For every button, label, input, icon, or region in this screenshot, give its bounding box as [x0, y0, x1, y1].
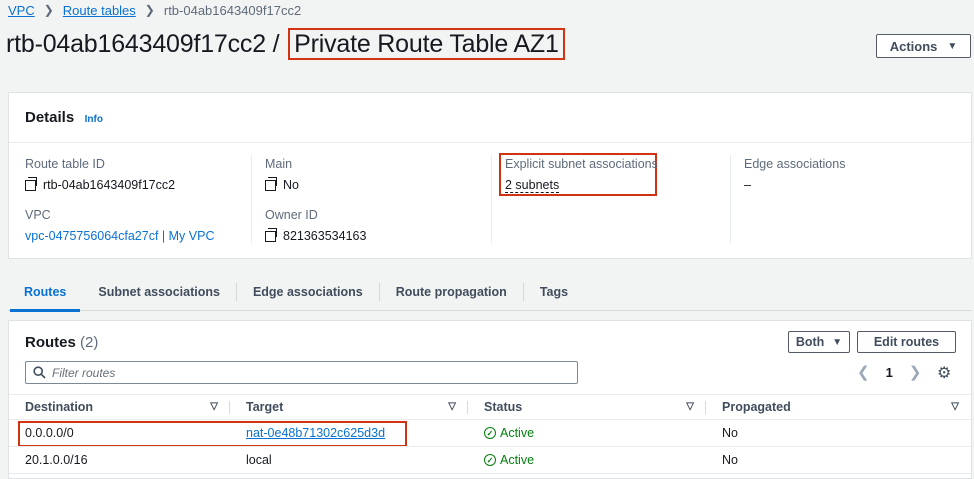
route-table-id-field: Route table ID rtb-04ab1643409f17cc2 [25, 157, 175, 192]
details-title: Details [25, 109, 75, 126]
check-circle-icon: ✓ [484, 427, 496, 439]
search-icon [33, 366, 46, 379]
column-divider [491, 155, 492, 243]
vpc-link[interactable]: vpc-0475756064cfa27cf | My VPC [25, 229, 214, 243]
route-table-id-title: rtb-04ab1643409f17cc2 [6, 30, 266, 58]
destination-cell: 20.1.0.0/16 [9, 446, 230, 474]
main-value: No [283, 178, 299, 192]
vpc-label: VPC [25, 208, 51, 222]
breadcrumb-current: rtb-04ab1643409f17cc2 [163, 2, 302, 18]
main-label: Main [265, 157, 293, 171]
table-row: 20.1.0.0/16 local ✓ Active No [9, 446, 971, 474]
details-panel: Details Info Route table ID rtb-04ab1643… [8, 92, 972, 259]
route-filter-select-value: Both [795, 335, 825, 349]
route-table-id-value: rtb-04ab1643409f17cc2 [43, 178, 176, 192]
route-table-name-title: Private Route Table AZ1 [288, 28, 565, 60]
copy-icon[interactable] [265, 227, 277, 242]
edge-associations-label: Edge associations [744, 157, 846, 171]
filter-routes-placeholder: Filter routes [52, 365, 116, 380]
table-row: 0.0.0.0/0 nat-0e48b71302c625d3d ✓ Active… [9, 419, 971, 447]
caret-down-icon: ▼ [832, 336, 843, 348]
edge-associations-value: – [744, 178, 751, 192]
table-header-row: Destination ▽ Target ▽ Status ▽ Propagat… [9, 394, 971, 420]
chevron-right-icon: ❯ [144, 3, 155, 17]
sort-caret-icon[interactable]: ▽ [210, 401, 218, 412]
breadcrumb: VPC ❯ Route tables ❯ rtb-04ab1643409f17c… [8, 2, 301, 18]
sort-caret-icon[interactable]: ▽ [686, 401, 694, 412]
copy-icon[interactable] [25, 176, 37, 191]
breadcrumb-vpc-link[interactable]: VPC [8, 3, 35, 18]
routes-title: Routes (2) [25, 334, 98, 351]
breadcrumb-route-tables-link[interactable]: Route tables [63, 3, 136, 18]
owner-id-label: Owner ID [265, 208, 318, 222]
propagated-cell: No [706, 446, 971, 474]
tab-edge-associations[interactable]: Edge associations [237, 273, 379, 311]
edit-routes-label: Edit routes [873, 335, 940, 349]
actions-button[interactable]: Actions ▼ [876, 34, 971, 58]
column-header-target[interactable]: Target ▽ [230, 394, 468, 420]
column-header-destination[interactable]: Destination ▽ [9, 394, 230, 420]
propagated-cell: No [706, 419, 971, 447]
routes-panel: Routes (2) Both ▼ Edit routes Filter rou… [8, 320, 972, 479]
column-header-propagated[interactable]: Propagated ▽ [706, 394, 971, 420]
status-cell: ✓ Active [468, 446, 706, 474]
target-cell: local [230, 446, 468, 474]
tab-routes[interactable]: Routes [8, 273, 82, 312]
main-field: Main No [265, 157, 299, 192]
caret-down-icon: ▼ [947, 40, 958, 52]
chevron-right-icon[interactable]: ❯ [909, 363, 922, 381]
status-cell: ✓ Active [468, 419, 706, 447]
status-value: Active [500, 426, 535, 440]
chevron-right-icon: ❯ [43, 3, 54, 17]
routes-table: Destination ▽ Target ▽ Status ▽ Propagat… [9, 394, 971, 474]
gear-icon[interactable]: ⚙ [937, 363, 951, 383]
chevron-left-icon[interactable]: ❮ [857, 363, 870, 381]
routes-title-label: Routes [25, 334, 76, 351]
target-cell: nat-0e48b71302c625d3d [230, 419, 468, 447]
tab-route-propagation[interactable]: Route propagation [380, 273, 523, 311]
explicit-associations-label: Explicit subnet associations [505, 157, 658, 171]
vpc-field: VPC vpc-0475756064cfa27cf | My VPC [25, 208, 214, 243]
owner-id-value: 821363534163 [283, 229, 367, 243]
tab-bar: Routes Subnet associations Edge associat… [8, 273, 972, 312]
tab-subnet-associations[interactable]: Subnet associations [82, 273, 236, 311]
column-divider [251, 155, 252, 243]
page-number[interactable]: 1 [886, 365, 893, 380]
details-header: Details Info [9, 93, 971, 143]
status-value: Active [500, 453, 535, 467]
route-filter-select[interactable]: Both ▼ [788, 331, 850, 353]
destination-cell: 0.0.0.0/0 [9, 419, 230, 447]
explicit-associations-value[interactable]: 2 subnets [505, 178, 560, 193]
owner-id-field: Owner ID 821363534163 [265, 208, 366, 243]
explicit-associations-field: Explicit subnet associations 2 subnets [505, 157, 658, 193]
column-header-status[interactable]: Status ▽ [468, 394, 706, 420]
actions-label: Actions [889, 38, 938, 54]
check-circle-icon: ✓ [484, 454, 496, 466]
page-title: rtb-04ab1643409f17cc2 / Private Route Ta… [6, 28, 565, 60]
route-table-id-label: Route table ID [25, 157, 105, 171]
routes-count: (2) [80, 334, 99, 351]
filter-routes-input[interactable]: Filter routes [25, 361, 578, 384]
sort-caret-icon[interactable]: ▽ [448, 401, 456, 412]
title-separator: / [272, 30, 280, 58]
info-link[interactable]: Info [85, 114, 103, 125]
edit-routes-button[interactable]: Edit routes [857, 331, 956, 353]
column-divider [730, 155, 731, 243]
copy-icon[interactable] [265, 176, 277, 191]
pagination: ❮ 1 ❯ [857, 363, 921, 381]
edge-associations-field: Edge associations – [744, 157, 845, 192]
tab-tags[interactable]: Tags [524, 273, 584, 311]
sort-caret-icon[interactable]: ▽ [951, 401, 959, 412]
target-link[interactable]: nat-0e48b71302c625d3d [246, 426, 385, 440]
